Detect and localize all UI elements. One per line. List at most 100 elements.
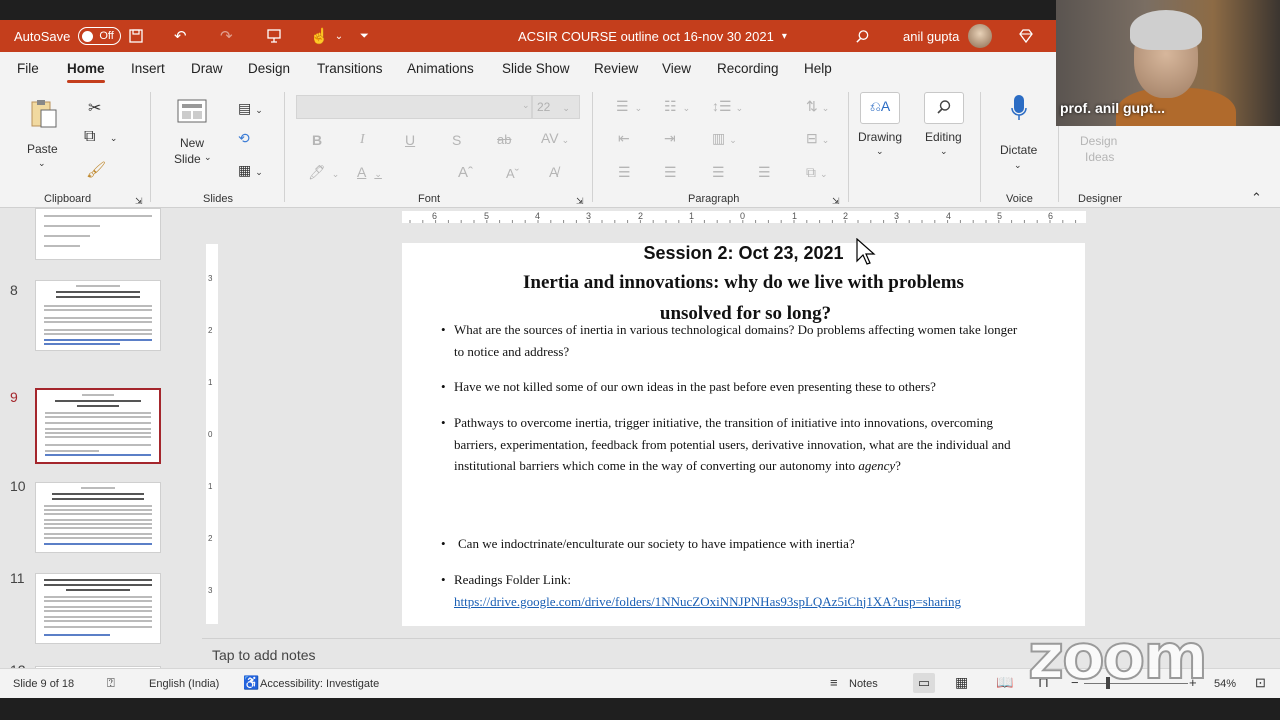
language-status[interactable]: English (India)	[149, 678, 219, 690]
decrease-indent-icon[interactable]: ⇤	[618, 130, 630, 147]
user-avatar[interactable]	[968, 24, 992, 48]
present-icon[interactable]	[266, 20, 282, 52]
clear-formatting-icon[interactable]: A̸	[549, 164, 558, 180]
thumbnail-11[interactable]	[35, 573, 161, 644]
new-slide-icon[interactable]	[176, 98, 208, 131]
touch-mode-icon[interactable]: ☝ ⌄	[310, 20, 343, 52]
editing-chevron-icon[interactable]: ⌄	[940, 146, 948, 157]
numbering-icon[interactable]: ☷ ⌄	[664, 98, 690, 115]
bullet-item[interactable]: • What are the sources of inertia in vari…	[441, 319, 1029, 362]
thumbnail-8[interactable]	[35, 280, 161, 351]
design-ideas-label-1[interactable]: Design	[1080, 134, 1117, 148]
tab-file[interactable]: File	[17, 61, 39, 76]
new-slide-label-1[interactable]: New	[180, 136, 204, 150]
section-icon[interactable]: ▦ ⌄	[238, 162, 263, 179]
notes-icon[interactable]: ≡	[830, 675, 838, 690]
character-spacing-icon[interactable]: AV ⌄	[541, 130, 569, 146]
bold-icon[interactable]: B	[312, 132, 322, 148]
shrink-font-icon[interactable]: Aˇ	[506, 166, 519, 181]
slide-canvas[interactable]: Session 2: Oct 23, 2021 Inertia and inno…	[402, 237, 1085, 626]
align-right-icon[interactable]: ☰	[712, 164, 725, 181]
thumbnail-7[interactable]	[35, 208, 161, 260]
drawing-button[interactable]: Drawing	[858, 130, 902, 144]
new-slide-label-2[interactable]: Slide	[174, 152, 201, 166]
save-icon[interactable]	[128, 20, 144, 52]
paste-button[interactable]: Paste	[27, 142, 58, 156]
collapse-ribbon-icon[interactable]: ⌃	[1251, 190, 1262, 206]
underline-icon[interactable]: U	[405, 132, 415, 148]
tab-help[interactable]: Help	[804, 61, 832, 76]
slide-counter[interactable]: Slide 9 of 18	[13, 678, 74, 690]
shadow-icon[interactable]: S	[452, 132, 461, 148]
drawing-chevron-icon[interactable]: ⌄	[876, 146, 884, 157]
reset-icon[interactable]: ⟲	[238, 130, 250, 147]
design-ideas-label-2[interactable]: Ideas	[1085, 150, 1114, 164]
paste-icon[interactable]	[28, 98, 60, 135]
line-spacing-icon[interactable]: ↕☰ ⌄	[712, 98, 743, 115]
tab-recording[interactable]: Recording	[717, 61, 779, 76]
notes-button[interactable]: Notes	[849, 678, 878, 690]
new-slide-chevron-icon[interactable]: ⌄	[204, 152, 212, 163]
tab-design[interactable]: Design	[248, 61, 290, 76]
bullet-item[interactable]: • Pathways to overcome inertia, trigger i…	[441, 412, 1014, 477]
accessibility-icon[interactable]: ♿	[243, 675, 259, 691]
strikethrough-icon[interactable]: ab	[497, 132, 511, 147]
dictate-chevron-icon[interactable]: ⌄	[1014, 160, 1022, 171]
redo-icon[interactable]: ↷	[220, 20, 233, 52]
bullet-item[interactable]: • Can we indoctrinate/enculturate our soc…	[441, 533, 1029, 555]
align-left-icon[interactable]: ☰	[618, 164, 631, 181]
dictate-button[interactable]: Dictate	[1000, 143, 1037, 157]
italic-icon[interactable]: I	[360, 132, 365, 148]
diamond-icon[interactable]	[1018, 20, 1034, 52]
align-center-icon[interactable]: ☰	[664, 164, 677, 181]
cut-icon[interactable]: ✂	[88, 98, 101, 118]
readings-folder-link[interactable]: https://drive.google.com/drive/folders/1…	[454, 594, 961, 609]
drawing-icon[interactable]: ⎌A	[860, 92, 900, 124]
zoom-level[interactable]: 54%	[1214, 678, 1236, 690]
font-name-chevron-icon[interactable]: ⌄	[522, 100, 530, 111]
customize-toolbar-icon[interactable]: ⏷	[360, 20, 369, 52]
clipboard-launcher-icon[interactable]: ⇲	[135, 196, 143, 207]
font-color-icon[interactable]: A ⌄	[357, 164, 382, 180]
paragraph-launcher-icon[interactable]: ⇲	[832, 196, 840, 207]
tab-animations[interactable]: Animations	[407, 61, 474, 76]
editing-button[interactable]: Editing	[925, 130, 962, 144]
thumbnail-10[interactable]	[35, 482, 161, 553]
tab-draw[interactable]: Draw	[191, 61, 223, 76]
text-direction-icon[interactable]: ⇅ ⌄	[806, 98, 829, 115]
tab-home[interactable]: Home	[67, 61, 105, 83]
normal-view-icon[interactable]: ▭	[913, 673, 935, 693]
thumbnail-9-selected[interactable]	[35, 388, 161, 464]
undo-icon[interactable]: ↶	[174, 20, 187, 52]
grow-font-icon[interactable]: Aˆ	[458, 164, 473, 181]
layout-icon[interactable]: ▤ ⌄	[238, 100, 263, 117]
editing-icon[interactable]	[924, 92, 964, 124]
tab-transitions[interactable]: Transitions	[317, 61, 383, 76]
fit-to-window-icon[interactable]: ⊡	[1255, 675, 1266, 691]
justify-icon[interactable]: ☰	[758, 164, 771, 181]
format-painter-icon[interactable]: 🖌	[86, 160, 106, 180]
highlight-icon[interactable]: 🖊 ⌄	[308, 164, 339, 181]
smartart-icon[interactable]: ⧉ ⌄	[806, 164, 828, 181]
paste-chevron-icon[interactable]: ⌄	[38, 158, 46, 169]
document-title[interactable]: ACSIR COURSE outline oct 16-nov 30 2021 ▾	[518, 20, 787, 52]
reading-view-icon[interactable]: 📖	[996, 674, 1013, 691]
columns-icon[interactable]: ▥ ⌄	[712, 130, 737, 147]
tab-review[interactable]: Review	[594, 61, 638, 76]
font-size-input[interactable]: 22 ⌄	[532, 95, 580, 119]
search-icon[interactable]	[855, 20, 870, 52]
tab-view[interactable]: View	[662, 61, 691, 76]
user-name[interactable]: anil gupta	[903, 20, 959, 52]
bullets-icon[interactable]: ☰ ⌄	[616, 98, 642, 115]
align-text-icon[interactable]: ⊟ ⌄	[806, 130, 829, 147]
autosave-toggle[interactable]: Off	[78, 27, 121, 45]
accessibility-status[interactable]: Accessibility: Investigate	[260, 678, 379, 690]
copy-icon[interactable]: ⧉ ⌄	[84, 128, 117, 146]
slide-title-line-1[interactable]: Inertia and innovations: why do we live …	[402, 272, 1085, 294]
tab-insert[interactable]: Insert	[131, 61, 165, 76]
font-name-input[interactable]	[296, 95, 532, 119]
font-launcher-icon[interactable]: ⇲	[576, 196, 584, 207]
bullet-item[interactable]: • Readings Folder Link: https://drive.goog…	[441, 569, 1054, 612]
tab-slide-show[interactable]: Slide Show	[502, 61, 570, 76]
session-heading[interactable]: Session 2: Oct 23, 2021	[402, 243, 1085, 264]
